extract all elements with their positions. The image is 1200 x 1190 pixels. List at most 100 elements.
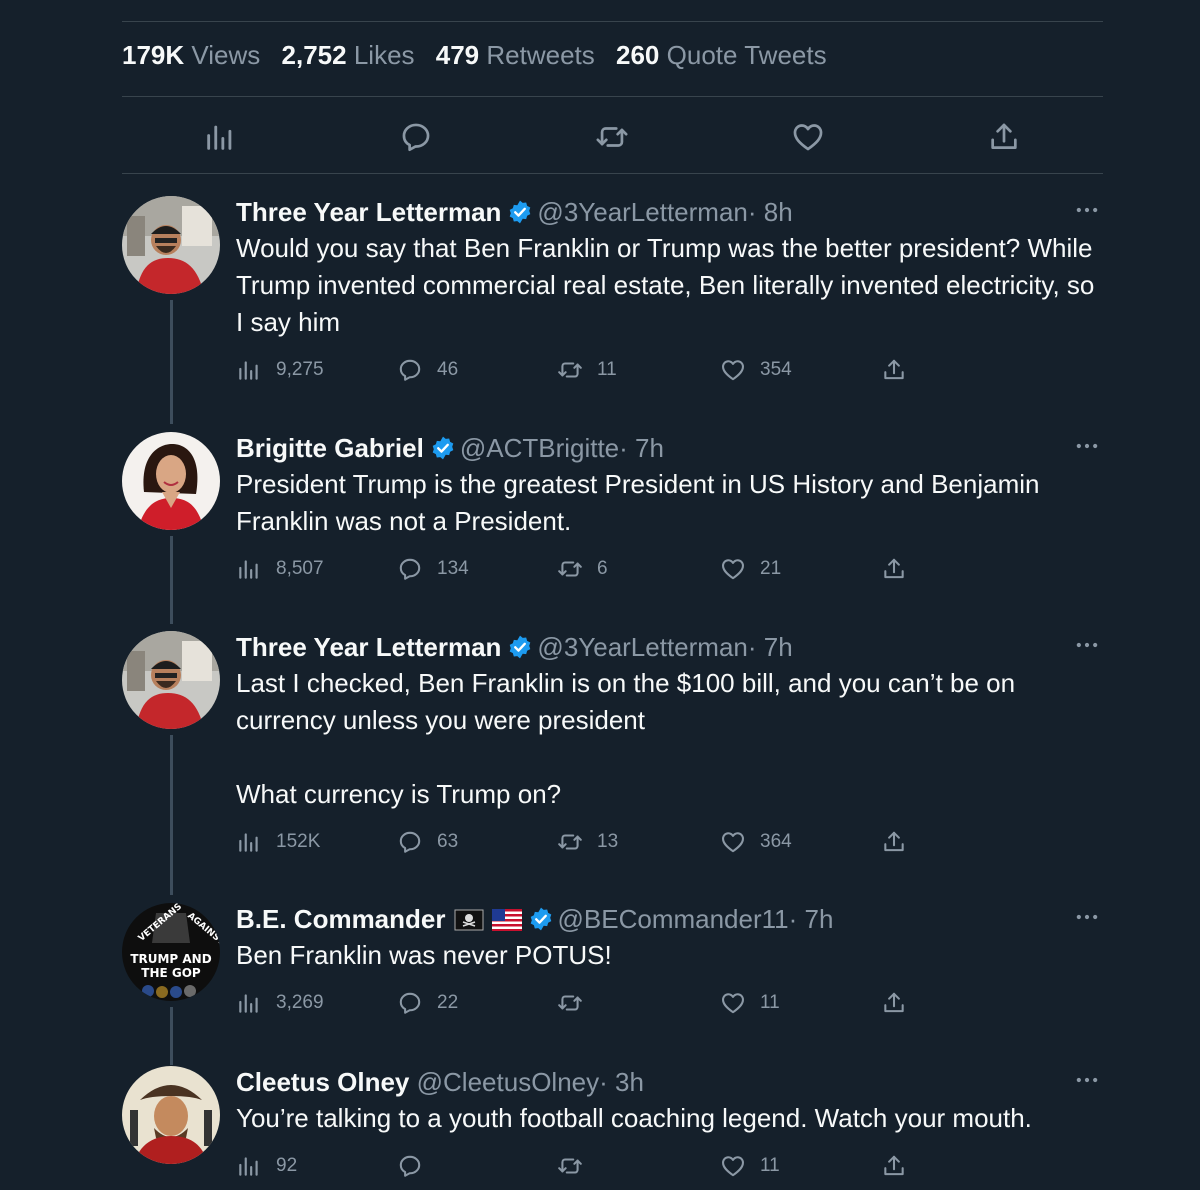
more-options-icon[interactable] [1073, 631, 1101, 659]
handle[interactable]: @BECommander11 [558, 904, 789, 934]
timestamp[interactable]: · 3h [599, 1067, 644, 1097]
thread-line [170, 536, 173, 624]
share-button[interactable] [881, 355, 921, 385]
verified-icon [507, 199, 533, 225]
retweet-button[interactable] [557, 1151, 597, 1181]
views-button[interactable]: 8,507 [236, 554, 324, 584]
reply-button[interactable] [397, 1151, 437, 1181]
retweet-icon [557, 556, 583, 582]
reply-icon [397, 357, 423, 383]
display-name[interactable]: Three Year Letterman [236, 197, 501, 227]
display-name[interactable]: Three Year Letterman [236, 632, 501, 662]
retweet-count: 11 [597, 359, 617, 380]
tweet-text: President Trump is the greatest Presiden… [236, 469, 1047, 536]
reply-icon [397, 829, 423, 855]
handle[interactable]: @ACTBrigitte [460, 433, 619, 463]
share-button[interactable] [881, 1151, 921, 1181]
views-icon [236, 357, 262, 383]
thread-line [170, 735, 173, 895]
retweet-icon[interactable] [595, 120, 629, 154]
like-icon[interactable] [791, 120, 825, 154]
like-button[interactable]: 364 [720, 827, 792, 857]
more-options-icon[interactable] [1073, 1066, 1101, 1094]
reply-icon [397, 1153, 423, 1179]
handle[interactable]: @3YearLetterman [537, 632, 747, 662]
share-icon [881, 357, 907, 383]
retweet-icon [557, 357, 583, 383]
views-icon[interactable] [203, 120, 237, 154]
display-name[interactable]: B.E. Commander [236, 904, 446, 934]
retweets-label[interactable]: Retweets [486, 40, 594, 70]
share-icon [881, 556, 907, 582]
retweet-button[interactable] [557, 988, 597, 1018]
share-icon [881, 829, 907, 855]
like-button[interactable]: 21 [720, 554, 781, 584]
views-count: 9,275 [276, 359, 324, 380]
share-button[interactable] [881, 827, 921, 857]
more-options-icon[interactable] [1073, 196, 1101, 224]
like-icon [720, 1153, 746, 1179]
reply-count: 134 [437, 558, 469, 579]
retweet-button[interactable]: 13 [557, 827, 618, 857]
pirate-flag-icon [454, 909, 483, 931]
views-icon [236, 1153, 262, 1179]
retweet-button[interactable]: 6 [557, 554, 608, 584]
timestamp[interactable]: · 7h [789, 904, 834, 934]
like-button[interactable]: 11 [720, 988, 780, 1018]
views-button[interactable]: 3,269 [236, 988, 324, 1018]
timestamp[interactable]: · 7h [619, 433, 664, 463]
verified-icon [507, 634, 533, 660]
share-button[interactable] [881, 988, 921, 1018]
display-name[interactable]: Cleetus Olney [236, 1067, 409, 1097]
more-options-icon[interactable] [1073, 903, 1101, 931]
like-button[interactable]: 354 [720, 355, 792, 385]
reply-button[interactable]: 46 [397, 355, 458, 385]
retweet-button[interactable]: 11 [557, 355, 617, 385]
avatar[interactable] [122, 196, 220, 294]
share-icon [881, 1153, 907, 1179]
thread-line [170, 1007, 173, 1065]
tweet-actions: 152K 63 13 364 [236, 827, 926, 857]
reply-icon [397, 556, 423, 582]
like-count: 364 [760, 831, 792, 852]
views-count: 3,269 [276, 992, 324, 1013]
views-icon [236, 990, 262, 1016]
avatar[interactable]: VETERANS AGAINST TRUMP AND THE GOP [122, 903, 220, 1001]
timestamp[interactable]: · 8h [748, 197, 793, 227]
like-count: 354 [760, 359, 792, 380]
avatar[interactable] [122, 631, 220, 729]
reply-icon[interactable] [399, 120, 433, 154]
like-count: 11 [760, 1155, 780, 1176]
avatar[interactable] [122, 1066, 220, 1164]
retweet-icon [557, 990, 583, 1016]
avatar-text-line1: TRUMP AND [130, 952, 211, 966]
views-label[interactable]: Views [191, 40, 260, 70]
views-button[interactable]: 152K [236, 827, 320, 857]
thread-line [170, 300, 173, 424]
tweet-header: Cleetus Olney @CleetusOlney· 3h [236, 1066, 644, 1098]
tweet-detail-column: 179K Views 2,752 Likes 479 Retweets 260 … [122, 0, 1103, 1190]
reply-button[interactable]: 22 [397, 988, 458, 1018]
tweet-header: Three Year Letterman @3YearLetterman· 7h [236, 631, 793, 663]
share-button[interactable] [881, 554, 921, 584]
tweet-action-bar [122, 112, 1103, 160]
display-name[interactable]: Brigitte Gabriel [236, 433, 424, 463]
likes-label[interactable]: Likes [354, 40, 415, 70]
quote-tweets-label[interactable]: Quote Tweets [667, 40, 827, 70]
engagement-stats: 179K Views 2,752 Likes 479 Retweets 260 … [122, 40, 841, 71]
views-button[interactable]: 92 [236, 1151, 297, 1181]
views-button[interactable]: 9,275 [236, 355, 324, 385]
timestamp[interactable]: · 7h [748, 632, 793, 662]
tweet-text: You’re talking to a youth football coach… [236, 1103, 1032, 1133]
quote-tweets-count: 260 [616, 40, 660, 70]
avatar[interactable] [122, 432, 220, 530]
share-icon[interactable] [987, 120, 1021, 154]
reply-count: 22 [437, 992, 459, 1013]
handle[interactable]: @3YearLetterman [537, 197, 747, 227]
like-button[interactable]: 11 [720, 1151, 780, 1181]
views-icon [236, 556, 262, 582]
handle[interactable]: @CleetusOlney [417, 1067, 599, 1097]
reply-button[interactable]: 63 [397, 827, 458, 857]
more-options-icon[interactable] [1073, 432, 1101, 460]
reply-button[interactable]: 134 [397, 554, 469, 584]
